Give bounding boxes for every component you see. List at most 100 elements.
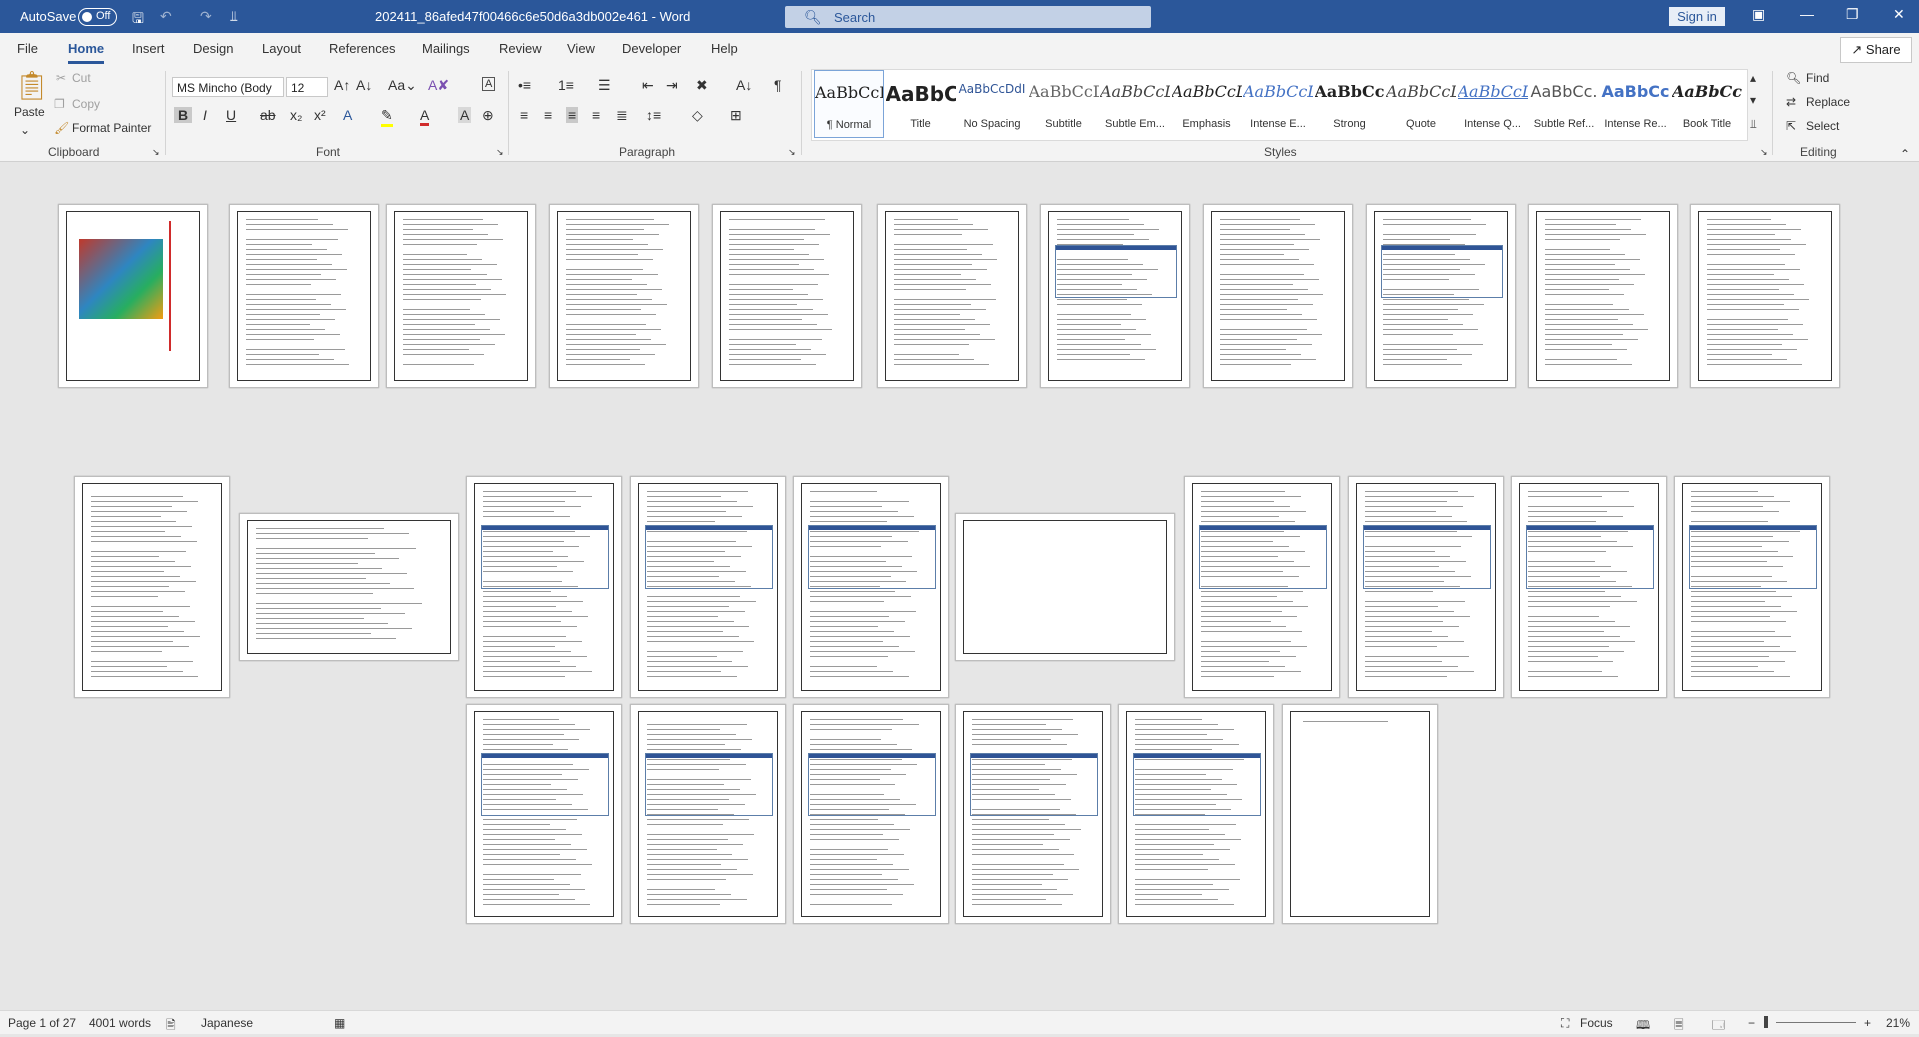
tab-home[interactable]: Home [68,41,105,64]
zoom-slider-track[interactable] [1776,1022,1856,1023]
page-thumbnail[interactable] [1511,476,1667,698]
tab-help[interactable]: Help [711,41,738,56]
distributed-icon[interactable]: ≣ [616,107,628,124]
cut-button[interactable]: Cut [72,71,91,85]
shading-icon[interactable]: ◇ [692,107,703,124]
page-thumbnail[interactable] [386,204,536,388]
style-title[interactable]: AaBbC Title [886,70,956,138]
paste-button[interactable]: Paste [14,105,45,119]
styles-scroll-down-icon[interactable]: ▾ [1750,93,1756,107]
style-subtle-em[interactable]: AaBbCcL Subtle Em... [1100,70,1170,138]
bullets-icon[interactable]: •≡ [518,77,531,93]
zoom-slider-thumb[interactable] [1764,1016,1768,1028]
strikethrough-icon[interactable]: ab [260,107,276,123]
style-strong[interactable]: AaBbCcl Strong [1315,70,1385,138]
select-icon[interactable]: ⇱ [1786,119,1796,133]
superscript-icon[interactable]: x² [314,107,326,123]
web-layout-icon[interactable]: 🗔︎ [1712,1016,1725,1037]
style-book-title[interactable]: AaBbCc Book Title [1672,70,1742,138]
replace-button[interactable]: Replace [1806,95,1850,109]
subscript-icon[interactable]: x₂ [290,107,302,123]
style-intense-re[interactable]: AaBbCc Intense Re... [1601,70,1671,138]
page-thumbnail[interactable] [793,476,949,698]
word-count[interactable]: 4001 words [89,1016,151,1030]
page-thumbnail[interactable] [229,204,379,388]
collapse-ribbon-icon[interactable]: ⌃ [1900,147,1910,161]
clipboard-launcher-icon[interactable]: ↘ [152,147,160,158]
page-thumbnail[interactable] [74,476,230,698]
grow-font-icon[interactable]: A↑ [334,77,350,93]
macro-recording-icon[interactable]: ▦ [334,1016,345,1030]
font-size-combo[interactable]: 12 [286,77,328,97]
customize-qat-icon[interactable]: ⫫ [230,8,238,25]
close-icon[interactable]: ✕ [1893,6,1905,23]
change-case-icon[interactable]: Aa⌄ [388,77,417,94]
character-border-icon[interactable]: A [482,77,496,91]
styles-launcher-icon[interactable]: ↘ [1760,147,1768,158]
align-left-icon[interactable]: ≡ [520,107,528,123]
page-thumbnail[interactable] [1040,204,1190,388]
borders-icon[interactable]: ⊞ [730,107,742,124]
page-thumbnail[interactable] [549,204,699,388]
underline-icon[interactable]: U [226,107,236,123]
page-thumbnail[interactable] [1366,204,1516,388]
page-thumbnail[interactable] [1690,204,1840,388]
styles-scroll-up-icon[interactable]: ▴ [1750,71,1756,85]
page-thumbnail[interactable] [712,204,862,388]
paste-dropdown-icon[interactable]: ⌄ [20,123,30,137]
highlight-icon[interactable]: ✎ [381,107,393,127]
font-launcher-icon[interactable]: ↘ [496,147,504,158]
text-effects-icon[interactable]: A [343,107,352,123]
center-icon[interactable]: ≡ [544,107,552,123]
enclose-characters-icon[interactable]: ⊕ [482,107,494,124]
format-painter-button[interactable]: Format Painter [72,121,151,135]
page-thumbnail[interactable] [1184,476,1340,698]
page-thumbnail[interactable] [1282,704,1438,924]
page-thumbnail[interactable] [1348,476,1504,698]
page-thumbnail[interactable] [955,513,1175,661]
page-thumbnail[interactable] [877,204,1027,388]
sign-in-button[interactable]: Sign in [1669,7,1725,26]
page-thumbnail[interactable] [1118,704,1274,924]
page-thumbnail[interactable] [793,704,949,924]
shrink-font-icon[interactable]: A↓ [356,77,372,93]
document-area[interactable] [0,162,1919,1010]
align-right-icon[interactable]: ≡ [566,107,579,123]
zoom-level[interactable]: 21% [1886,1016,1910,1030]
page-count[interactable]: Page 1 of 27 [8,1016,76,1030]
style-intense-q[interactable]: AaBbCcL Intense Q... [1458,70,1528,138]
copy-icon[interactable]: ❐ [54,97,65,111]
bold-icon[interactable]: B [174,107,193,123]
character-shading-icon[interactable]: A [458,107,472,123]
replace-icon[interactable]: ⇄ [1786,95,1796,109]
focus-button[interactable]: Focus [1580,1016,1613,1030]
share-button[interactable]: ↗ Share [1840,37,1912,63]
show-marks-icon[interactable]: ¶ [774,77,782,93]
increase-indent-icon[interactable]: ⇥ [666,77,678,94]
focus-icon[interactable]: ⛶ [1561,1016,1569,1031]
page-thumbnail[interactable] [466,476,622,698]
autosave-toggle[interactable]: Off [78,8,117,26]
paste-icon[interactable]: 📋︎ [14,69,50,102]
style-subtitle[interactable]: AaBbCcD Subtitle [1029,70,1099,138]
language-indicator[interactable]: Japanese [201,1016,253,1030]
tab-mailings[interactable]: Mailings [422,41,470,56]
style-normal[interactable]: AaBbCcI ¶ Normal [814,70,884,138]
style-quote[interactable]: AaBbCcL Quote [1386,70,1456,138]
undo-icon[interactable]: ↶ [160,8,172,25]
styles-more-icon[interactable]: ⫫ [1750,117,1757,132]
zoom-in-icon[interactable]: + [1864,1016,1871,1030]
paragraph-launcher-icon[interactable]: ↘ [788,147,796,158]
page-thumbnail[interactable] [58,204,208,388]
ribbon-display-options-icon[interactable]: ▣ [1752,6,1765,23]
page-thumbnail[interactable] [1674,476,1830,698]
tab-review[interactable]: Review [499,41,542,56]
find-button[interactable]: Find [1806,71,1829,85]
multilevel-list-icon[interactable]: ☰ [598,77,611,94]
tab-references[interactable]: References [329,41,395,56]
proofing-icon[interactable]: 🖹︎ [166,1016,176,1037]
style-subtle-ref[interactable]: AaBbCc. Subtle Ref... [1529,70,1599,138]
asian-layout-icon[interactable]: ✖ [696,77,708,94]
find-icon[interactable]: 🔍︎ [1786,71,1801,85]
style-intense-e[interactable]: AaBbCcL Intense E... [1243,70,1313,138]
